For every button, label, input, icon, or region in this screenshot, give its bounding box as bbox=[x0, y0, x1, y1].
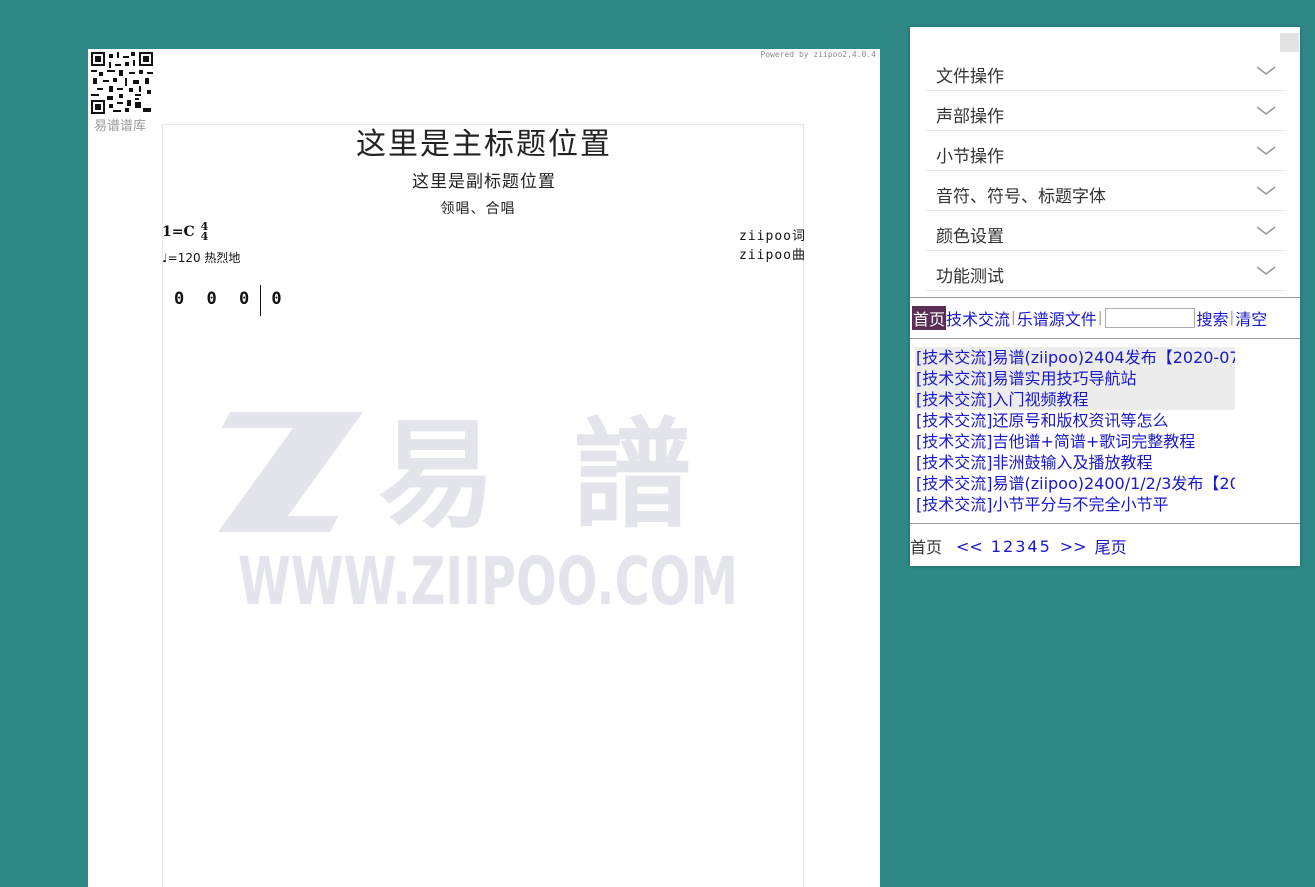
nav-divider: | bbox=[1097, 310, 1103, 326]
singer-label[interactable]: 领唱、合唱 bbox=[88, 198, 874, 218]
post-link[interactable]: [技术交流]非洲鼓输入及播放教程 bbox=[915, 452, 1235, 473]
divider bbox=[910, 297, 1300, 298]
time-signature: 4 4 bbox=[200, 221, 209, 243]
divider bbox=[910, 338, 1300, 339]
post-list: [技术交流]易谱(ziipoo)2404发布【2020-07- [技术交流]易谱… bbox=[915, 347, 1235, 515]
post-link[interactable]: [技术交流]易谱(ziipoo)2400/1/2/3发布【20 bbox=[915, 473, 1235, 494]
menu-item-measure[interactable]: 小节操作 bbox=[925, 131, 1285, 171]
qr-code-image bbox=[91, 52, 153, 114]
svg-text:易 譜: 易 譜 bbox=[378, 406, 709, 544]
score-sheet[interactable]: Powered by ziipoo2.4.0.4 易谱谱库 易 譜 WWW.ZI… bbox=[88, 49, 880, 887]
pager-page-link[interactable]: 3 bbox=[1015, 537, 1025, 556]
pager-page-link[interactable]: 2 bbox=[1003, 537, 1013, 556]
pager-page-link[interactable]: 5 bbox=[1040, 537, 1050, 556]
post-link[interactable]: [技术交流]小节平分与不完全小节平 bbox=[915, 494, 1235, 515]
composer-credit[interactable]: ziipoo曲 bbox=[739, 244, 806, 263]
chevron-down-icon bbox=[1256, 226, 1276, 236]
main-title[interactable]: 这里是主标题位置 bbox=[88, 119, 880, 163]
powered-by-label: Powered by ziipoo2.4.0.4 bbox=[760, 50, 876, 59]
pager-first: 首页 bbox=[910, 538, 943, 557]
menu-item-test[interactable]: 功能测试 bbox=[925, 251, 1285, 291]
post-link[interactable]: [技术交流]入门视频教程 bbox=[915, 389, 1235, 410]
chevron-down-icon bbox=[1256, 106, 1276, 116]
search-button[interactable]: 搜索 bbox=[1196, 306, 1228, 330]
clear-button[interactable]: 清空 bbox=[1235, 306, 1267, 330]
pager-prev-link[interactable]: << bbox=[956, 537, 983, 556]
menu-item-colors[interactable]: 颜色设置 bbox=[925, 211, 1285, 251]
sub-title[interactable]: 这里是副标题位置 bbox=[88, 167, 880, 192]
menu-item-notes-fonts[interactable]: 音符、符号、标题字体 bbox=[925, 171, 1285, 211]
ziipoo-watermark: 易 譜 WWW.ZIIPOO.COM bbox=[218, 406, 738, 614]
search-input[interactable] bbox=[1105, 308, 1196, 328]
menu-item-file[interactable]: 文件操作 bbox=[925, 51, 1285, 91]
nav-divider: | bbox=[1011, 310, 1016, 326]
forum-nav: 首页 技术交流 | 乐谱源文件 | 搜索 | 清空 bbox=[912, 306, 1267, 330]
post-link[interactable]: [技术交流]易谱实用技巧导航站 bbox=[915, 368, 1235, 389]
menu-item-label: 颜色设置 bbox=[936, 227, 1004, 247]
chevron-down-icon bbox=[1256, 66, 1276, 76]
pager-next-link[interactable]: >> bbox=[1060, 537, 1087, 556]
post-link[interactable]: [技术交流]易谱(ziipoo)2404发布【2020-07- bbox=[915, 347, 1235, 368]
pager-last-link[interactable]: 尾页 bbox=[1095, 534, 1127, 558]
key-signature[interactable]: 1=C 4 4 bbox=[162, 221, 209, 243]
menu-item-label: 功能测试 bbox=[936, 267, 1004, 287]
menu-item-label: 音符、符号、标题字体 bbox=[936, 187, 1106, 207]
nav-home-tab[interactable]: 首页 bbox=[912, 306, 947, 330]
tempo-marking[interactable]: ♩=120 热烈地 bbox=[162, 249, 240, 266]
menu-item-label: 小节操作 bbox=[936, 147, 1004, 167]
chevron-down-icon bbox=[1256, 266, 1276, 276]
input-cursor bbox=[260, 285, 261, 316]
nav-source-tab[interactable]: 乐谱源文件 bbox=[1017, 306, 1097, 330]
nav-tech-tab[interactable]: 技术交流 bbox=[946, 306, 1010, 330]
menu-item-label: 声部操作 bbox=[936, 107, 1004, 127]
pager-page-link[interactable]: 1 bbox=[991, 537, 1001, 556]
pager-page-link[interactable]: 4 bbox=[1027, 537, 1037, 556]
menu-list: 文件操作 声部操作 小节操作 音符、符号、标题字体 颜色设置 功能测试 bbox=[925, 51, 1285, 291]
tool-panel: 文件操作 声部操作 小节操作 音符、符号、标题字体 颜色设置 功能测试 首页 技… bbox=[910, 27, 1300, 566]
nav-divider: | bbox=[1229, 310, 1235, 326]
lyricist-credit[interactable]: ziipoo词 bbox=[739, 225, 806, 244]
panel-close-button[interactable] bbox=[1280, 33, 1299, 52]
time-sig-bottom: 4 bbox=[200, 230, 209, 243]
menu-item-label: 文件操作 bbox=[936, 67, 1004, 87]
key-label: 1=C bbox=[162, 224, 195, 240]
chevron-down-icon bbox=[1256, 186, 1276, 196]
note-row[interactable]: 0 0 0 0 bbox=[174, 289, 288, 309]
svg-text:WWW.ZIIPOO.COM: WWW.ZIIPOO.COM bbox=[238, 543, 738, 614]
menu-item-voice[interactable]: 声部操作 bbox=[925, 91, 1285, 131]
chevron-down-icon bbox=[1256, 146, 1276, 156]
pagination: 首页 << 1 2 3 4 5 >> 尾页 bbox=[910, 534, 1127, 558]
divider bbox=[910, 523, 1300, 524]
post-link[interactable]: [技术交流]吉他谱+简谱+歌词完整教程 bbox=[915, 431, 1235, 452]
post-link[interactable]: [技术交流]还原号和版权资讯等怎么 bbox=[915, 410, 1235, 431]
